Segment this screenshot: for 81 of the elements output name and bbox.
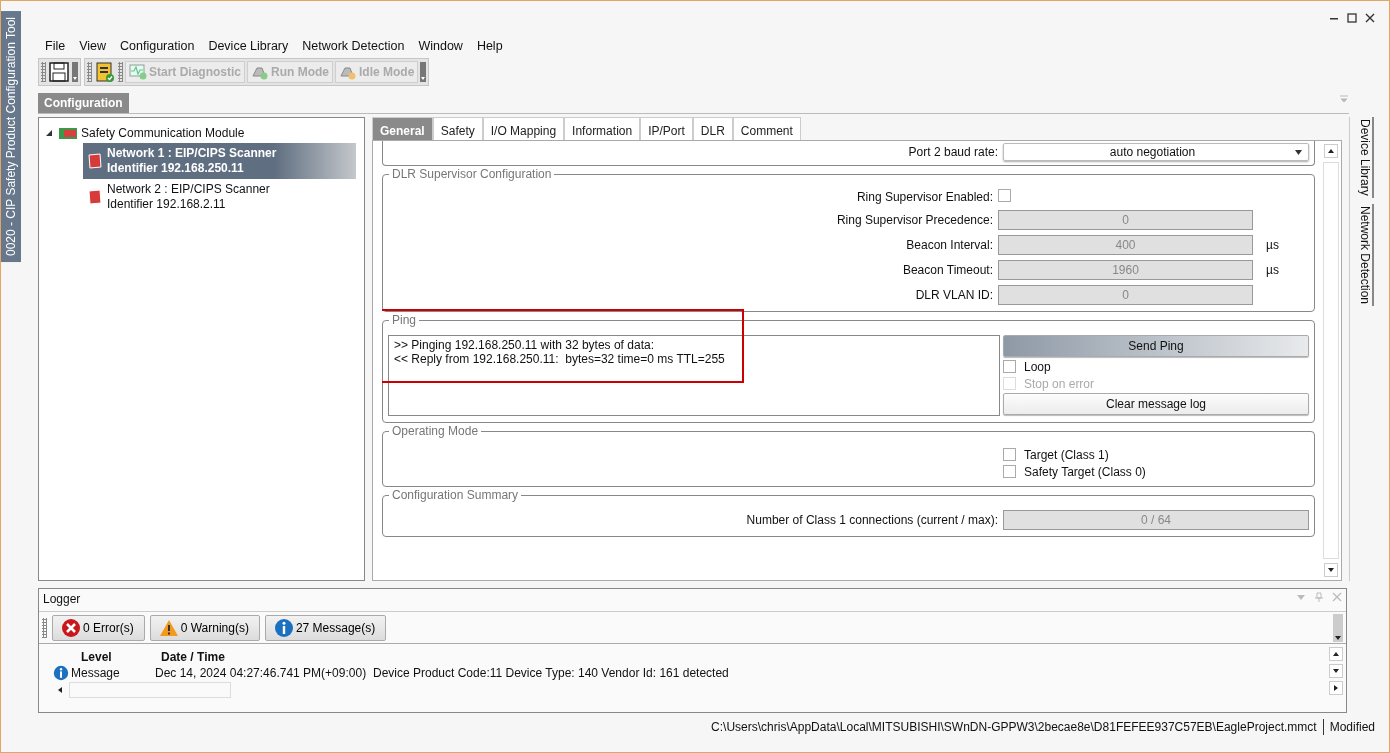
unit-label: µs	[1265, 263, 1280, 277]
status-text: Modified	[1329, 720, 1375, 734]
scrollbar-track[interactable]	[1323, 162, 1339, 559]
tab[interactable]: IP/Port	[640, 117, 693, 140]
file-path: C:\Users\chris\AppData\Local\MITSUBISHI\SWnDN-GPPW3\2becae8e\D81FEFEE937C57EB\EagleProject.mmct	[711, 720, 1317, 734]
close-icon[interactable]	[1365, 13, 1375, 23]
unit-label: µs	[1265, 238, 1280, 252]
field-label: DLR VLAN ID:	[914, 288, 993, 302]
network-icon	[87, 152, 103, 170]
table-cell-text: Dec 14, 2024 04:27:46.741 PM(+09:00)	[155, 666, 368, 680]
menu-item[interactable]: View	[72, 39, 114, 53]
field-label: Beacon Interval:	[905, 238, 993, 252]
menu-item[interactable]: Device Library	[201, 39, 296, 53]
field-label: Beacon Timeout:	[901, 263, 993, 277]
checkbox[interactable]	[1003, 360, 1016, 373]
group-title: Configuration Summary	[389, 488, 522, 502]
group-title: Operating Mode	[389, 424, 482, 438]
scrollbar-track[interactable]	[69, 682, 231, 698]
checkbox[interactable]	[998, 189, 1011, 202]
side-tab[interactable]: Network Detection	[1352, 203, 1374, 306]
input-field: 0 / 64	[1003, 510, 1309, 530]
tree-item[interactable]: Network 2 : EIP/CIPS Scanner Identifier 192.168.2.11	[83, 179, 356, 215]
monitor-icon	[129, 64, 147, 80]
menu-item[interactable]: File	[38, 39, 73, 53]
column-header: Level	[81, 650, 113, 664]
menu-item[interactable]: Window	[411, 39, 470, 53]
scrollbar-icon[interactable]	[1333, 613, 1343, 642]
checkbox-label: Loop	[1024, 359, 1051, 374]
dropdown-caret-icon[interactable]	[420, 62, 427, 82]
menu-item[interactable]: Configuration	[113, 39, 202, 53]
info-icon	[53, 665, 69, 681]
clear-log-button[interactable]: Clear message log	[1003, 393, 1309, 415]
field-label: Ring Supervisor Enabled:	[855, 190, 993, 204]
scroll-down-icon[interactable]	[1324, 563, 1338, 577]
error-icon	[61, 617, 81, 638]
tab[interactable]: I/O Mapping	[482, 117, 565, 140]
checkbox-label: Target (Class 1)	[1024, 447, 1109, 462]
tree-item[interactable]: Safety Communication Module	[81, 126, 245, 140]
robot-pause-icon	[339, 64, 357, 80]
module-icon	[58, 126, 78, 140]
checkbox[interactable]	[1003, 465, 1016, 478]
window-title: 0020 - CIP Safety Product Configuration Tool	[1, 11, 21, 263]
table-cell: Message	[53, 665, 155, 681]
clipboard-check-icon[interactable]	[94, 61, 116, 83]
checkbox-label: Stop on error	[1024, 376, 1095, 391]
group-title: Ping	[389, 313, 420, 327]
filter-button[interactable]: 27 Message(s)	[264, 614, 387, 641]
log-line: << Reply from 192.168.250.11: bytes=32 time=0 ms TTL=255	[394, 352, 726, 366]
group-title: DLR Supervisor Configuration	[389, 167, 555, 181]
field-label: Ring Supervisor Precedence:	[835, 213, 993, 227]
caret-icon	[1295, 149, 1302, 155]
send-ping-button[interactable]: Send Ping	[1003, 335, 1309, 357]
field-label: Port 2 baud rate:	[907, 145, 998, 159]
network-icon	[87, 188, 103, 206]
scroll-down-icon[interactable]	[1329, 664, 1343, 678]
tab[interactable]: Information	[564, 117, 641, 140]
menu-item[interactable]: Network Detection	[295, 39, 412, 53]
save-icon[interactable]	[48, 61, 70, 83]
info-icon	[273, 617, 294, 638]
dropdown-caret-icon[interactable]	[72, 62, 78, 82]
checkbox[interactable]	[1003, 448, 1016, 461]
column-header: Date / Time	[161, 650, 226, 664]
panel-title: Logger	[43, 592, 81, 608]
scroll-up-icon[interactable]	[1324, 144, 1338, 158]
filter-button[interactable]: 0 Warning(s)	[149, 614, 260, 641]
menu-item[interactable]: Help	[469, 39, 510, 53]
checkbox-label: Safety Target (Class 0)	[1024, 464, 1146, 479]
log-line: >> Pinging 192.168.250.11 with 32 bytes of data:	[394, 338, 655, 352]
baud-rate-dropdown[interactable]: auto negotiation	[1003, 143, 1309, 161]
side-tab[interactable]: Device Library	[1352, 117, 1374, 198]
maximize-icon[interactable]	[1347, 13, 1357, 23]
tab[interactable]: Safety	[432, 117, 483, 140]
tab[interactable]: Comment	[732, 117, 801, 140]
tree-item[interactable]: Network 1 : EIP/CIPS Scanner Identifier 192.168.250.11	[83, 143, 356, 179]
scroll-right-icon[interactable]	[1329, 681, 1343, 695]
robot-play-icon	[251, 64, 269, 80]
tab[interactable]: DLR	[692, 117, 733, 140]
filter-button[interactable]: 0 Error(s)	[52, 614, 145, 641]
scroll-up-icon[interactable]	[1329, 647, 1343, 661]
field-label: Number of Class 1 connections (current / max):	[745, 513, 998, 527]
table-cell-text: Device Product Code:11 Device Type: 140 Vendor Id: 161 detected	[373, 666, 730, 680]
